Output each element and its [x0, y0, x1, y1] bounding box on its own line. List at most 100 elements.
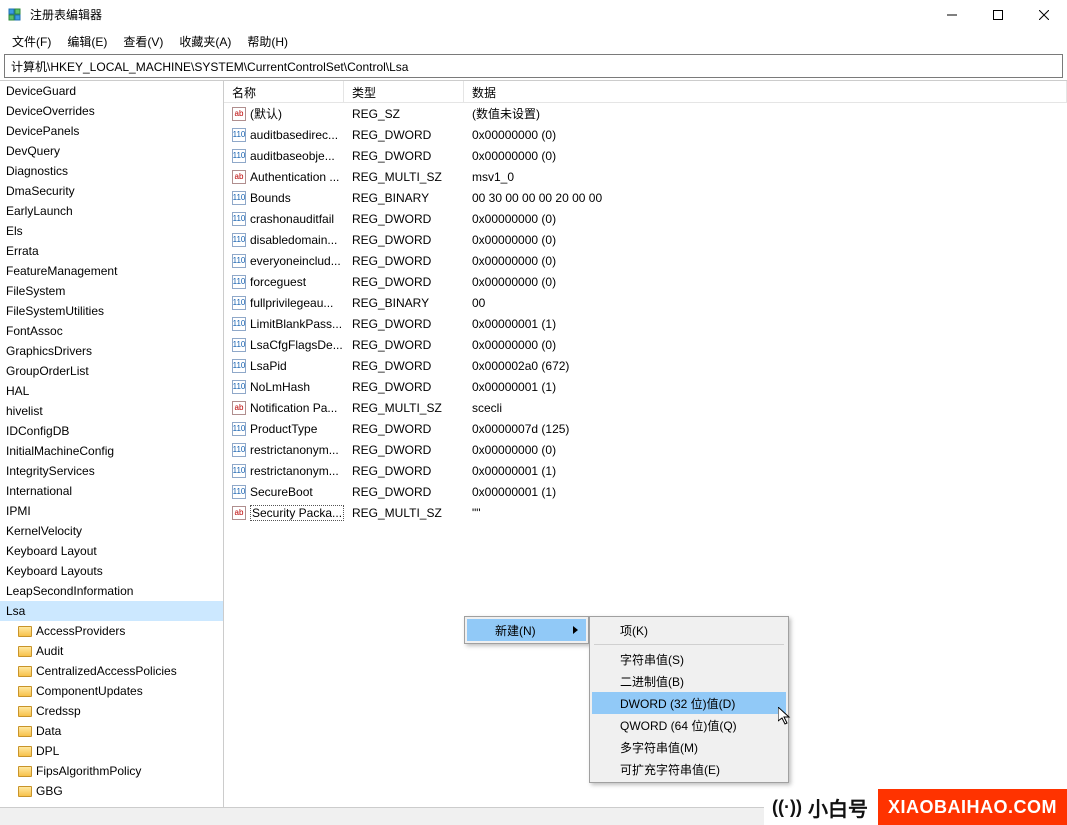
value-row[interactable]: 110LsaPidREG_DWORD0x000002a0 (672) — [224, 355, 1067, 376]
tree-item[interactable]: ComponentUpdates — [0, 681, 223, 701]
value-row[interactable]: ab(默认)REG_SZ(数值未设置) — [224, 103, 1067, 124]
tree-item[interactable]: KernelVelocity — [0, 521, 223, 541]
ctxitem-dword[interactable]: DWORD (32 位)值(D) — [592, 692, 786, 714]
value-row[interactable]: 110restrictanonym...REG_DWORD0x00000001 … — [224, 460, 1067, 481]
col-type[interactable]: 类型 — [344, 81, 464, 102]
ctxitem-binary[interactable]: 二进制值(B) — [592, 670, 786, 692]
tree-item[interactable]: IntegrityServices — [0, 461, 223, 481]
value-row[interactable]: 110LimitBlankPass...REG_DWORD0x00000001 … — [224, 313, 1067, 334]
tree-item-label: Diagnostics — [6, 164, 68, 178]
tree-item[interactable]: International — [0, 481, 223, 501]
tree-item[interactable]: FontAssoc — [0, 321, 223, 341]
value-row[interactable]: abSecurity Packa...REG_MULTI_SZ"" — [224, 502, 1067, 523]
tree-item[interactable]: GroupOrderList — [0, 361, 223, 381]
value-row[interactable]: 110crashonauditfailREG_DWORD0x00000000 (… — [224, 208, 1067, 229]
col-name[interactable]: 名称 — [224, 81, 344, 102]
tree-item[interactable]: CentralizedAccessPolicies — [0, 661, 223, 681]
value-name: Authentication ... — [250, 170, 339, 184]
tree-item[interactable]: Lsa — [0, 601, 223, 621]
value-row[interactable]: 110ProductTypeREG_DWORD0x0000007d (125) — [224, 418, 1067, 439]
address-input[interactable] — [9, 58, 1058, 74]
binary-value-icon: 110 — [232, 359, 246, 373]
minimize-button[interactable] — [929, 0, 975, 30]
tree-item[interactable]: GraphicsDrivers — [0, 341, 223, 361]
value-name: SecureBoot — [250, 485, 313, 499]
value-row[interactable]: 110fullprivilegeau...REG_BINARY00 — [224, 292, 1067, 313]
context-submenu-new[interactable]: 项(K) 字符串值(S) 二进制值(B) DWORD (32 位)值(D) QW… — [589, 616, 789, 783]
value-row[interactable]: 110disabledomain...REG_DWORD0x00000000 (… — [224, 229, 1067, 250]
value-type: REG_DWORD — [344, 317, 464, 331]
menu-help[interactable]: 帮助(H) — [239, 31, 296, 52]
tree-item[interactable]: DeviceOverrides — [0, 101, 223, 121]
tree-item[interactable]: DevicePanels — [0, 121, 223, 141]
binary-value-icon: 110 — [232, 191, 246, 205]
maximize-button[interactable] — [975, 0, 1021, 30]
ctxitem-new[interactable]: 新建(N) — [467, 619, 586, 641]
tree-pane[interactable]: DeviceGuardDeviceOverridesDevicePanelsDe… — [0, 81, 224, 807]
value-row[interactable]: 110NoLmHashREG_DWORD0x00000001 (1) — [224, 376, 1067, 397]
menu-file[interactable]: 文件(F) — [4, 31, 59, 52]
tree-item[interactable]: LeapSecondInformation — [0, 581, 223, 601]
value-row[interactable]: abAuthentication ...REG_MULTI_SZmsv1_0 — [224, 166, 1067, 187]
menu-favorites[interactable]: 收藏夹(A) — [171, 31, 239, 52]
tree-item[interactable]: IDConfigDB — [0, 421, 223, 441]
tree-item[interactable]: Credssp — [0, 701, 223, 721]
value-name: crashonauditfail — [250, 212, 334, 226]
ctxitem-multistring[interactable]: 多字符串值(M) — [592, 736, 786, 758]
tree-item[interactable]: FeatureManagement — [0, 261, 223, 281]
ctxitem-qword[interactable]: QWORD (64 位)值(Q) — [592, 714, 786, 736]
binary-value-icon: 110 — [232, 422, 246, 436]
tree-item-label: Credssp — [36, 704, 81, 718]
tree-item[interactable]: FipsAlgorithmPolicy — [0, 761, 223, 781]
tree-item[interactable]: AccessProviders — [0, 621, 223, 641]
tree-item[interactable]: Diagnostics — [0, 161, 223, 181]
tree-item[interactable]: FileSystem — [0, 281, 223, 301]
value-row[interactable]: 110everyoneinclud...REG_DWORD0x00000000 … — [224, 250, 1067, 271]
folder-icon — [18, 666, 32, 677]
tree-item[interactable]: GBG — [0, 781, 223, 801]
tree-item[interactable]: FileSystemUtilities — [0, 301, 223, 321]
value-data: 0x00000001 (1) — [464, 464, 1067, 478]
client-area: DeviceGuardDeviceOverridesDevicePanelsDe… — [0, 80, 1067, 807]
value-row[interactable]: 110forceguestREG_DWORD0x00000000 (0) — [224, 271, 1067, 292]
tree-item-label: hivelist — [6, 404, 43, 418]
tree-item[interactable]: HAL — [0, 381, 223, 401]
tree-item[interactable]: Els — [0, 221, 223, 241]
binary-value-icon: 110 — [232, 338, 246, 352]
value-data: 0x00000001 (1) — [464, 317, 1067, 331]
tree-item[interactable]: DmaSecurity — [0, 181, 223, 201]
tree-item[interactable]: Audit — [0, 641, 223, 661]
close-button[interactable] — [1021, 0, 1067, 30]
value-name: auditbaseobje... — [250, 149, 335, 163]
value-row[interactable]: 110restrictanonym...REG_DWORD0x00000000 … — [224, 439, 1067, 460]
tree-item[interactable]: Data — [0, 721, 223, 741]
ctxitem-expandstring[interactable]: 可扩充字符串值(E) — [592, 758, 786, 780]
context-menu-new[interactable]: 新建(N) — [464, 616, 589, 644]
tree-item[interactable]: DeviceGuard — [0, 81, 223, 101]
wifi-icon: ((·)) — [772, 797, 802, 818]
tree-item-label: InitialMachineConfig — [6, 444, 114, 458]
menu-view[interactable]: 查看(V) — [115, 31, 171, 52]
value-row[interactable]: 110auditbasedirec...REG_DWORD0x00000000 … — [224, 124, 1067, 145]
value-row[interactable]: 110LsaCfgFlagsDe...REG_DWORD0x00000000 (… — [224, 334, 1067, 355]
value-row[interactable]: abNotification Pa...REG_MULTI_SZscecli — [224, 397, 1067, 418]
tree-item[interactable]: Errata — [0, 241, 223, 261]
menu-edit[interactable]: 编辑(E) — [59, 31, 115, 52]
value-row[interactable]: 110SecureBootREG_DWORD0x00000001 (1) — [224, 481, 1067, 502]
tree-item[interactable]: Keyboard Layouts — [0, 561, 223, 581]
list-pane[interactable]: 名称 类型 数据 ab(默认)REG_SZ(数值未设置)110auditbase… — [224, 81, 1067, 807]
address-bar[interactable] — [4, 54, 1063, 78]
ctxitem-key[interactable]: 项(K) — [592, 619, 786, 641]
tree-item[interactable]: EarlyLaunch — [0, 201, 223, 221]
value-type: REG_DWORD — [344, 443, 464, 457]
tree-item[interactable]: DevQuery — [0, 141, 223, 161]
value-row[interactable]: 110BoundsREG_BINARY00 30 00 00 00 20 00 … — [224, 187, 1067, 208]
value-row[interactable]: 110auditbaseobje...REG_DWORD0x00000000 (… — [224, 145, 1067, 166]
col-data[interactable]: 数据 — [464, 81, 1067, 102]
tree-item[interactable]: InitialMachineConfig — [0, 441, 223, 461]
tree-item[interactable]: DPL — [0, 741, 223, 761]
tree-item[interactable]: hivelist — [0, 401, 223, 421]
tree-item[interactable]: IPMI — [0, 501, 223, 521]
tree-item[interactable]: Keyboard Layout — [0, 541, 223, 561]
ctxitem-string[interactable]: 字符串值(S) — [592, 648, 786, 670]
